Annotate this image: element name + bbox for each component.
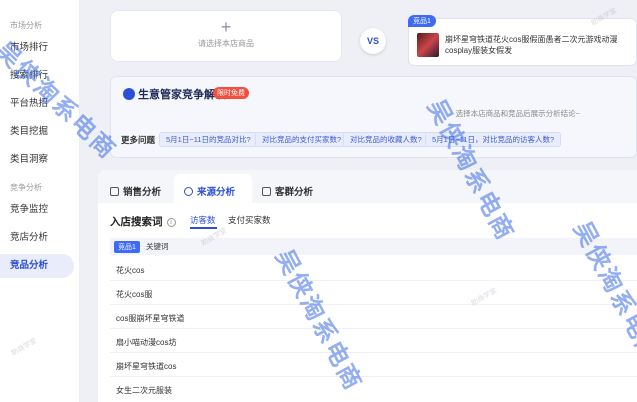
sales-chart-icon xyxy=(110,187,119,196)
vs-badge: VS xyxy=(360,28,386,54)
subtab-paying-buyers[interactable]: 支付买家数 xyxy=(228,214,271,226)
product-thumbnail xyxy=(417,33,439,57)
tab-source-analysis[interactable]: 来源分析 xyxy=(184,184,235,198)
row-divider xyxy=(110,328,637,329)
subtab-underline xyxy=(190,227,217,229)
sidebar: 市场分析 市场排行 搜索排行 平台热招 类目挖掘 类目洞察 竞争分析 竞争监控 … xyxy=(0,0,80,402)
sidebar-group-competition: 竞争分析 xyxy=(10,183,42,192)
sidebar-item-search-rank[interactable]: 搜索排行 xyxy=(0,64,74,88)
interpretation-hint: 选择本店商品和竞品后展示分析结论~ xyxy=(455,109,580,118)
add-own-product-label: 请选择本店商品 xyxy=(198,39,254,48)
section-title: 入店搜索词 i xyxy=(110,214,176,229)
customer-group-icon xyxy=(262,187,271,196)
question-chip[interactable]: 5月1日~11日的竞品对比? xyxy=(159,132,258,147)
sidebar-item-category-mining[interactable]: 类目挖掘 xyxy=(0,120,74,144)
question-chip[interactable]: 对比竞品的收藏人数? xyxy=(343,132,429,147)
row-divider xyxy=(110,304,637,305)
interpretation-title: 生意管家竞争解读 xyxy=(123,86,226,102)
keyword-row[interactable]: 花火cos xyxy=(116,265,144,276)
sidebar-item-competition-monitor[interactable]: 竞争监控 xyxy=(0,198,74,222)
row-divider xyxy=(110,280,637,281)
question-chip[interactable]: 对比竞品的支付买家数? xyxy=(255,132,349,147)
keyword-table-header: 竞品1 关键词 xyxy=(110,238,637,255)
competitor-tag: 竞品1 xyxy=(114,241,140,253)
assistant-logo-icon xyxy=(123,88,135,100)
product-title: 崩坏星穹铁道花火cos服假面愚者二次元游戏动漫cosplay服装女假发 xyxy=(445,35,618,55)
tab-customer-analysis[interactable]: 客群分析 xyxy=(262,184,313,198)
sidebar-item-shop-analysis[interactable]: 竞店分析 xyxy=(0,226,74,250)
keyword-row[interactable]: 扇小喵动漫cos坊 xyxy=(116,337,176,348)
free-badge: 限时免费 xyxy=(213,87,249,99)
more-questions-label: 更多问题 xyxy=(121,135,156,145)
keyword-row[interactable]: 崩坏星穹铁道cos xyxy=(116,361,176,372)
sidebar-item-category-insight[interactable]: 类目洞察 xyxy=(0,148,74,172)
row-divider xyxy=(110,376,637,377)
competitor-tag: 竞品1 xyxy=(408,15,436,27)
sidebar-item-product-analysis[interactable]: 竞品分析 xyxy=(0,254,74,278)
compare-panel: + 请选择本店商品 VS 竞品1 崩坏星穹铁道花火cos服假面愚者二次元游戏动漫… xyxy=(98,4,637,78)
plus-icon: + xyxy=(220,17,232,37)
subtab-visitors[interactable]: 访客数 xyxy=(190,214,216,226)
question-chip[interactable]: 5月1日~11日，对比竞品的访客人数? xyxy=(425,132,562,147)
sidebar-item-platform-hot[interactable]: 平台热招 xyxy=(0,92,74,116)
add-own-product-button[interactable]: + 请选择本店商品 xyxy=(110,10,342,62)
column-header-keyword: 关键词 xyxy=(146,242,169,251)
analysis-panel: 销售分析 来源分析 客群分析 入店搜索词 i 访客数 支付买家数 竞品1 关键词 … xyxy=(98,170,637,402)
competition-interpretation-card: 生意管家竞争解读 限时免费 选择本店商品和竞品后展示分析结论~ 更多问题 5月1… xyxy=(110,76,637,158)
tab-sales-analysis[interactable]: 销售分析 xyxy=(110,184,161,198)
sidebar-group-market: 市场分析 xyxy=(10,21,42,30)
keyword-row[interactable]: 花火cos服 xyxy=(116,289,152,300)
keyword-row[interactable]: 女生二次元服装 xyxy=(116,385,172,396)
competitor-product-card[interactable]: 竞品1 崩坏星穹铁道花火cos服假面愚者二次元游戏动漫cosplay服装女假发 xyxy=(408,15,637,66)
source-compass-icon xyxy=(184,187,193,196)
row-divider xyxy=(110,352,637,353)
sidebar-item-market-rank[interactable]: 市场排行 xyxy=(0,36,74,60)
keyword-row[interactable]: cos服崩坏星穹铁道 xyxy=(116,313,184,324)
info-icon[interactable]: i xyxy=(166,218,176,227)
